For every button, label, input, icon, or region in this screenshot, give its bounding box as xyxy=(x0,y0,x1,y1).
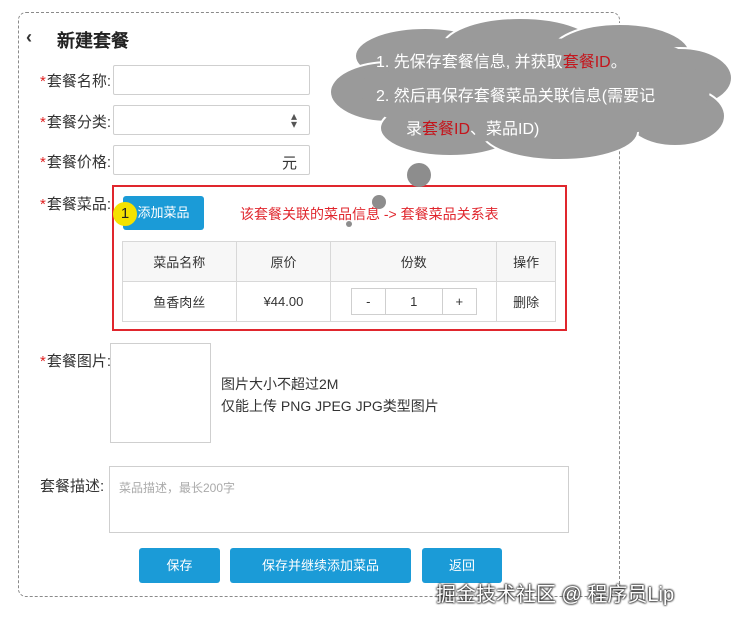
cloud-line-1: 1. 先保存套餐信息, 并获取套餐ID。 xyxy=(376,54,627,71)
required-mark: * xyxy=(40,154,46,171)
required-mark: * xyxy=(40,353,46,370)
table-row: 鱼香肉丝 ¥44.00 - 1 + 删除 xyxy=(122,281,556,322)
price-label: *套餐价格: xyxy=(40,154,112,171)
cloud-dot xyxy=(407,163,431,187)
chevron-left-icon[interactable]: ‹ xyxy=(26,27,32,48)
quantity-stepper: - 1 + xyxy=(350,288,477,315)
action-cell: 删除 xyxy=(496,281,556,322)
column-header: 菜品名称 xyxy=(122,241,237,282)
dish-name: 鱼香肉丝 xyxy=(122,281,237,322)
required-mark: * xyxy=(40,73,46,90)
dishes-label: *套餐菜品: xyxy=(40,196,112,213)
image-upload[interactable] xyxy=(110,343,211,443)
column-header: 原价 xyxy=(235,241,332,282)
quantity-cell: - 1 + xyxy=(330,281,498,322)
price-input[interactable]: 元 xyxy=(113,145,310,175)
page-title: 新建套餐 xyxy=(57,31,129,51)
table-header-row: 菜品名称 原价 份数 操作 xyxy=(122,241,556,282)
required-mark: * xyxy=(40,114,46,131)
required-mark: * xyxy=(40,196,46,213)
step-badge: 1 xyxy=(113,202,137,226)
cloud-dot xyxy=(372,195,386,209)
column-header: 份数 xyxy=(330,241,498,282)
save-button[interactable]: 保存 xyxy=(139,548,220,583)
increment-button[interactable]: + xyxy=(443,289,476,314)
cloud-dot xyxy=(346,221,352,227)
quantity-value[interactable]: 1 xyxy=(384,289,443,314)
description-placeholder: 菜品描述，最长200字 xyxy=(119,481,236,495)
dishes-annotation: 该套餐关联的菜品信息 -> 套餐菜品关系表 xyxy=(240,206,499,222)
sort-arrows-icon: ▴ ▾ xyxy=(290,109,297,131)
column-header: 操作 xyxy=(496,241,556,282)
watermark: 掘金技术社区 @ 程序员Lip xyxy=(436,584,675,606)
image-type-hint: 仅能上传 PNG JPEG JPG类型图片 xyxy=(221,398,439,414)
desc-label: 套餐描述: xyxy=(40,478,105,495)
price-unit: 元 xyxy=(281,155,297,172)
description-textarea[interactable]: 菜品描述，最长200字 xyxy=(109,466,569,533)
decrement-button[interactable]: - xyxy=(352,289,385,314)
category-select[interactable]: ▴ ▾ xyxy=(113,105,310,135)
delete-link[interactable]: 删除 xyxy=(513,295,539,310)
category-label: *套餐分类: xyxy=(40,114,112,131)
name-label: *套餐名称: xyxy=(40,73,112,90)
cloud-line-2: 2. 然后再保存套餐菜品关联信息(需要记 xyxy=(376,88,656,105)
image-size-hint: 图片大小不超过2M xyxy=(221,376,339,392)
image-label: *套餐图片: xyxy=(40,353,112,370)
dish-table: 菜品名称 原价 份数 操作 鱼香肉丝 ¥44.00 - 1 + 删除 xyxy=(122,241,556,322)
save-continue-button[interactable]: 保存并继续添加菜品 xyxy=(230,548,411,583)
dish-price: ¥44.00 xyxy=(235,281,332,322)
name-input[interactable] xyxy=(113,65,310,95)
cloud-line-3: 录套餐ID、菜品ID) xyxy=(406,121,540,138)
